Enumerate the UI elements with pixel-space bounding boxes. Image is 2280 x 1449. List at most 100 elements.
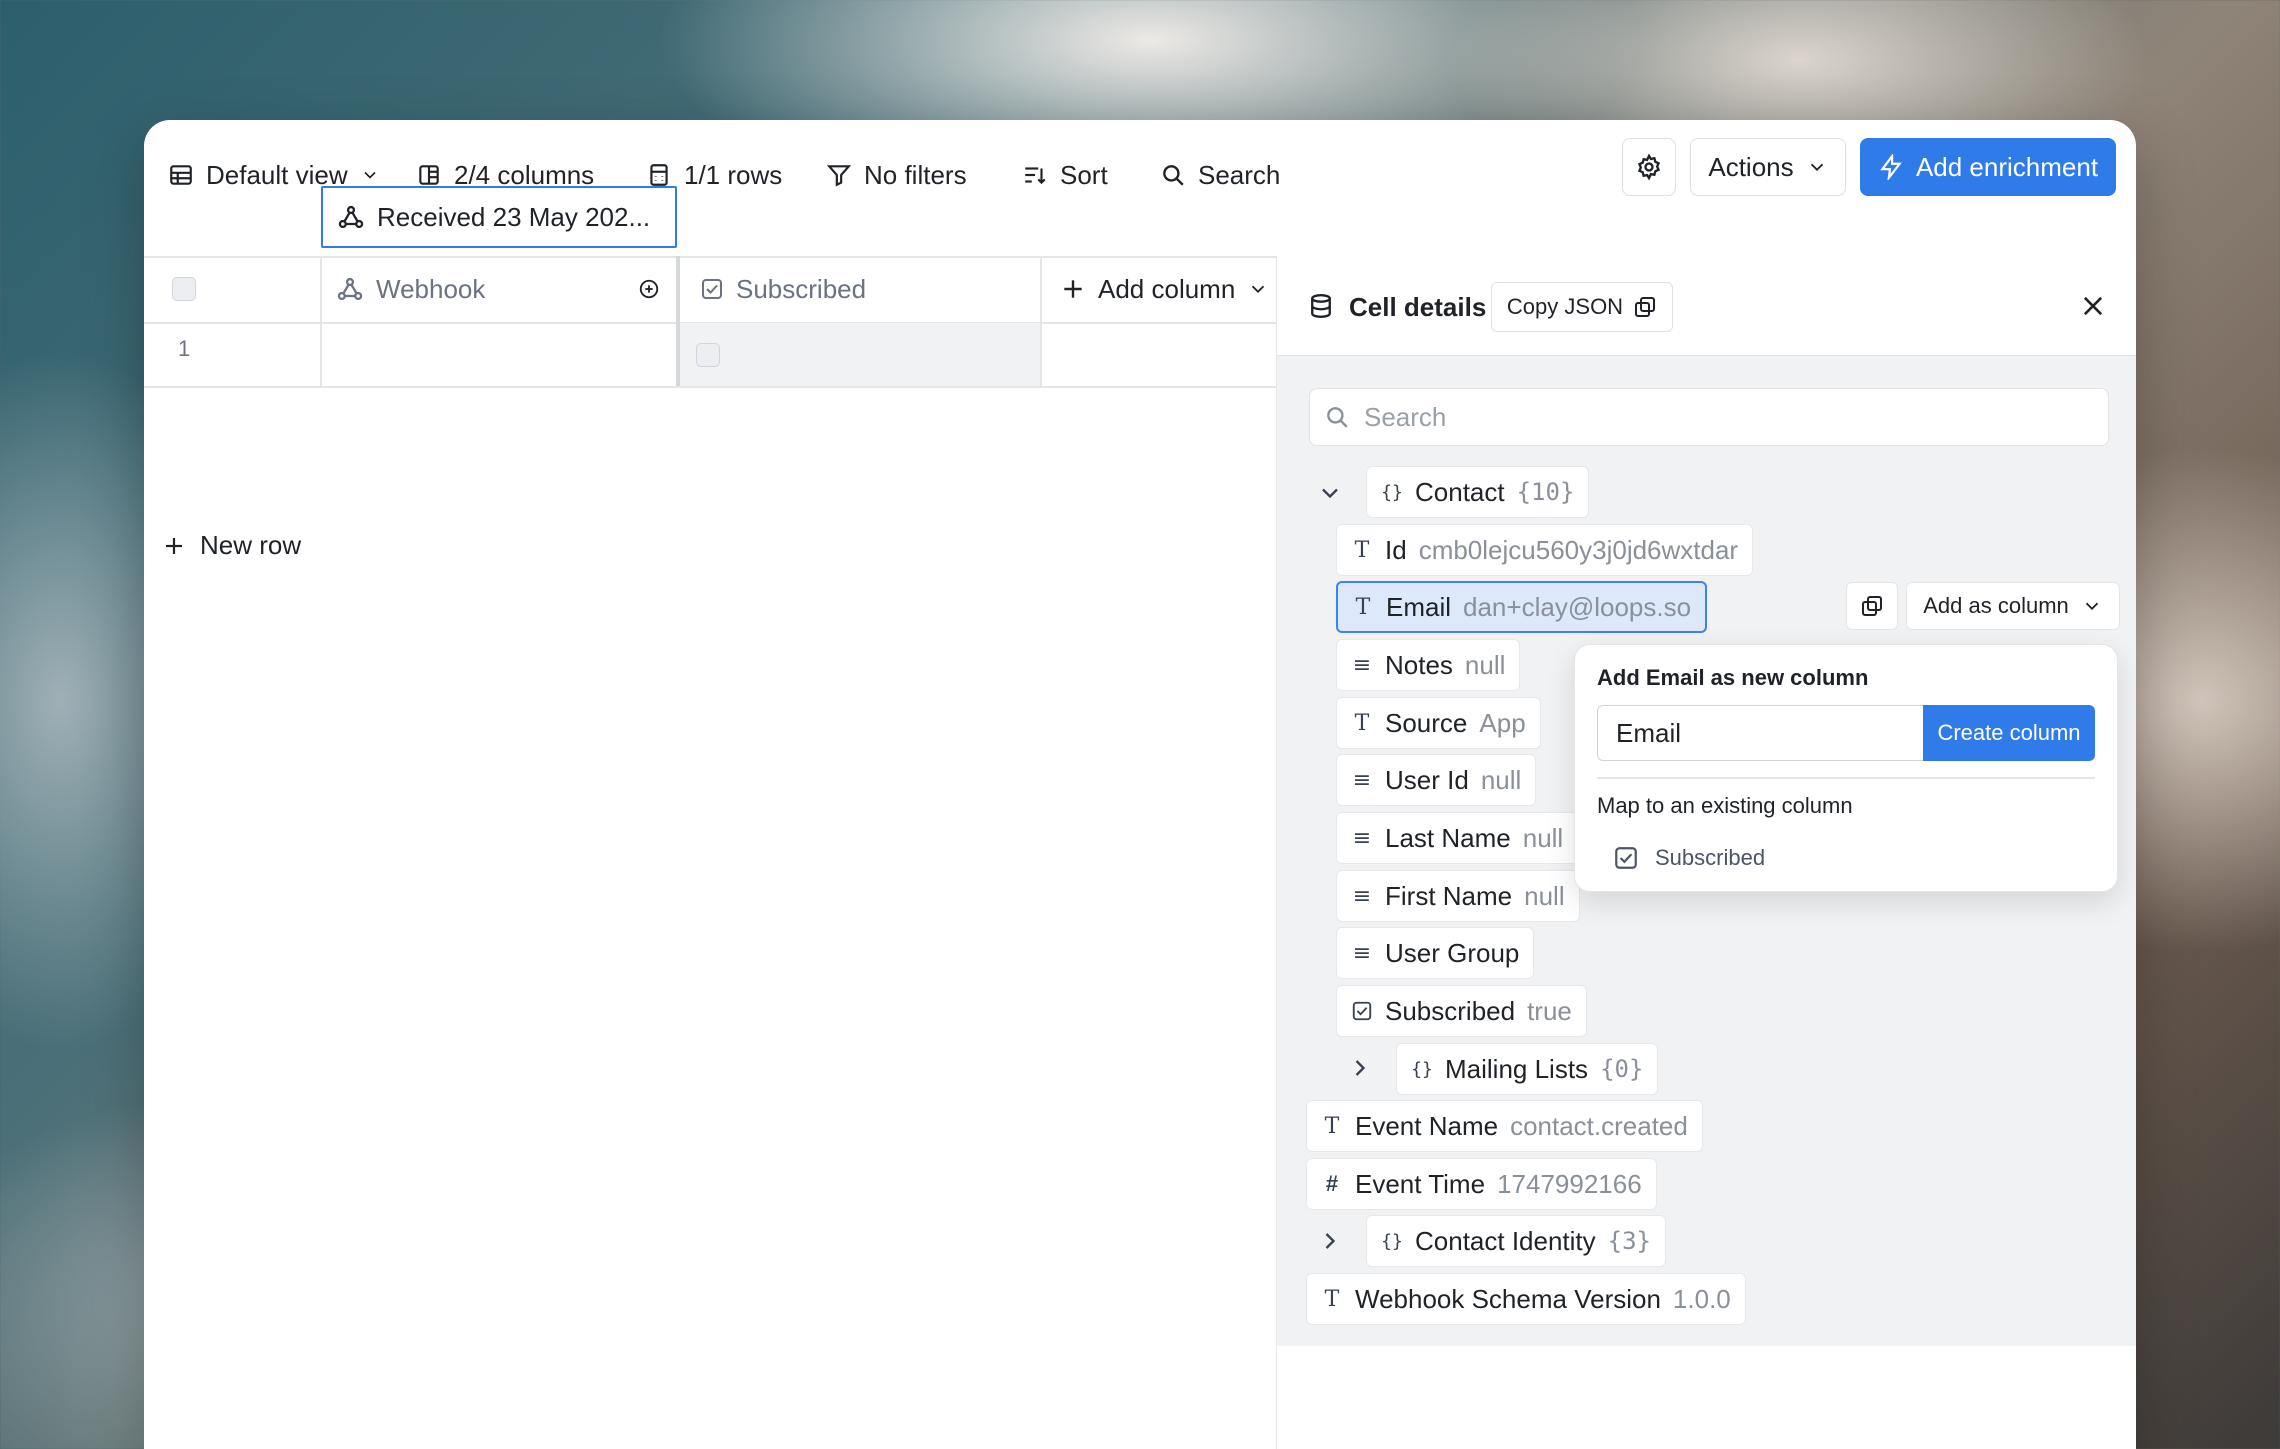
object-icon: {} — [1411, 1058, 1433, 1080]
tree-node-id[interactable]: T Id cmb0lejcu560y3j0jd6wxtdar — [1336, 524, 1754, 576]
columns-icon — [419, 165, 439, 185]
tree-count: {3} — [1607, 1227, 1652, 1255]
chevron-right-icon[interactable] — [1316, 1227, 1344, 1255]
tree-node-mailing-lists[interactable]: {} Mailing Lists {0} — [1396, 1043, 1659, 1095]
object-icon: {} — [1381, 1230, 1403, 1252]
tree-key: First Name — [1385, 880, 1513, 911]
webhook-icon — [338, 205, 364, 229]
number-icon: # — [1325, 1171, 1339, 1196]
tree-key: Subscribed — [1385, 995, 1516, 1026]
chevron-down-icon[interactable] — [1316, 479, 1344, 507]
tree-key: User Id — [1385, 764, 1469, 795]
new-row-button[interactable]: New row — [162, 530, 301, 561]
tree-node-user-id[interactable]: ≡ User Id null — [1336, 754, 1537, 806]
tree-node-email[interactable]: T Email dan+clay@loops.so — [1336, 581, 1708, 633]
tree-value: 1747992166 — [1497, 1168, 1642, 1199]
tree-key: Id — [1385, 534, 1407, 565]
tree-key: Email — [1386, 591, 1452, 622]
webhook-cell[interactable]: Received 23 May 202... — [321, 186, 677, 248]
settings-button[interactable] — [1622, 138, 1676, 196]
column-header-webhook[interactable]: Webhook — [336, 256, 676, 322]
tree-node-last-name[interactable]: ≡ Last Name null — [1336, 812, 1579, 864]
column-header-subscribed[interactable]: Subscribed — [700, 256, 866, 322]
paragraph-icon: ≡ — [1352, 767, 1372, 793]
tree-value: null — [1524, 880, 1565, 911]
grid-divider — [144, 386, 1276, 388]
existing-column-option[interactable]: Subscribed — [1613, 845, 1765, 871]
add-column-button[interactable]: Add column — [1060, 256, 1269, 322]
tree-node-webhook-schema-version[interactable]: T Webhook Schema Version 1.0.0 — [1306, 1273, 1746, 1325]
tree-value: cmb0lejcu560y3j0jd6wxtdar — [1418, 534, 1739, 565]
copy-json-label: Copy JSON — [1506, 294, 1624, 319]
map-existing-label: Map to an existing column — [1597, 793, 1853, 818]
filter-icon — [826, 165, 852, 187]
tree-node-contact-identity[interactable]: {} Contact Identity {3} — [1366, 1215, 1667, 1267]
text-type-icon: T — [1324, 1286, 1340, 1312]
select-all-checkbox[interactable] — [172, 277, 196, 301]
tree-node-contact[interactable]: {} Contact {10} — [1366, 466, 1590, 518]
chevron-down-icon — [2085, 602, 2098, 611]
chevron-right-icon[interactable] — [1346, 1054, 1374, 1082]
calculator-icon — [650, 164, 668, 186]
database-icon — [1311, 293, 1331, 319]
webhook-cell-value: Received 23 May 202... — [377, 201, 651, 232]
tree-value: 1.0.0 — [1672, 1283, 1731, 1314]
tree-node-first-name[interactable]: ≡ First Name null — [1336, 870, 1580, 922]
webhook-header-label: Webhook — [376, 273, 486, 304]
tree-node-subscribed[interactable]: Subscribed true — [1336, 985, 1587, 1037]
panel-search-input[interactable]: Search — [1309, 388, 2109, 446]
object-icon: {} — [1381, 481, 1403, 503]
create-column-button[interactable]: Create column — [1923, 705, 2095, 761]
actions-button[interactable]: Actions — [1690, 138, 1846, 196]
tree-key: Last Name — [1385, 822, 1511, 853]
subscribed-checkbox[interactable] — [696, 343, 720, 367]
table-icon — [170, 165, 192, 185]
add-enrichment-button[interactable]: Add enrichment — [1860, 138, 2116, 196]
column-name-input[interactable]: Email — [1597, 705, 1923, 761]
sort-icon — [1025, 167, 1046, 185]
tree-node-user-group[interactable]: ≡ User Group — [1336, 927, 1535, 979]
actions-label: Actions — [1708, 151, 1794, 182]
option-label: Subscribed — [1655, 845, 1766, 870]
add-enrichment-label: Add enrichment — [1915, 151, 2099, 182]
tree-node-event-name[interactable]: T Event Name contact.created — [1306, 1100, 1703, 1152]
tree-key: Contact — [1415, 476, 1505, 507]
gear-icon — [1637, 153, 1661, 181]
search-button[interactable]: Search — [1160, 144, 1280, 206]
tree-node-notes[interactable]: ≡ Notes null — [1336, 639, 1521, 691]
add-as-column-button[interactable]: Add as column — [1906, 582, 2120, 630]
tree-key: Notes — [1385, 649, 1453, 680]
sort-label: Sort — [1060, 159, 1108, 190]
checkbox-icon — [1615, 847, 1637, 869]
copy-icon — [1862, 596, 1882, 616]
add-circle-icon[interactable] — [638, 278, 660, 300]
tree-value: contact.created — [1510, 1110, 1688, 1141]
tree-key: Webhook Schema Version — [1355, 1283, 1661, 1314]
text-type-icon: T — [1354, 710, 1370, 736]
chevron-down-icon — [1810, 163, 1823, 172]
panel-title: Cell details — [1349, 292, 1487, 322]
panel-header: Cell details Copy JSON — [1277, 256, 2136, 356]
copy-json-button[interactable]: Copy JSON — [1491, 282, 1673, 332]
tree-value: null — [1480, 764, 1522, 795]
popover-divider — [1597, 777, 2095, 779]
plus-icon — [166, 537, 182, 554]
tree-value: true — [1527, 995, 1572, 1026]
tree-node-source[interactable]: T Source App — [1336, 697, 1541, 749]
tree-key: Mailing Lists — [1445, 1053, 1589, 1084]
sort-button[interactable]: Sort — [1022, 144, 1108, 206]
subscribed-cell[interactable] — [680, 323, 1040, 386]
tree-key: Contact Identity — [1415, 1225, 1596, 1256]
add-column-popover: Add Email as new column Email Create col… — [1574, 644, 2118, 892]
checkbox-icon — [702, 279, 722, 299]
popover-title: Add Email as new column — [1597, 665, 1869, 690]
tree-count: {10} — [1516, 478, 1575, 506]
copy-value-button[interactable] — [1846, 582, 1898, 630]
chevron-down-icon — [364, 171, 376, 179]
filters-button[interactable]: No filters — [826, 144, 967, 206]
tree-value: null — [1522, 822, 1564, 853]
paragraph-icon: ≡ — [1352, 883, 1372, 909]
paragraph-icon: ≡ — [1352, 940, 1372, 966]
close-icon[interactable] — [2079, 292, 2107, 320]
tree-node-event-time[interactable]: # Event Time 1747992166 — [1306, 1158, 1657, 1210]
